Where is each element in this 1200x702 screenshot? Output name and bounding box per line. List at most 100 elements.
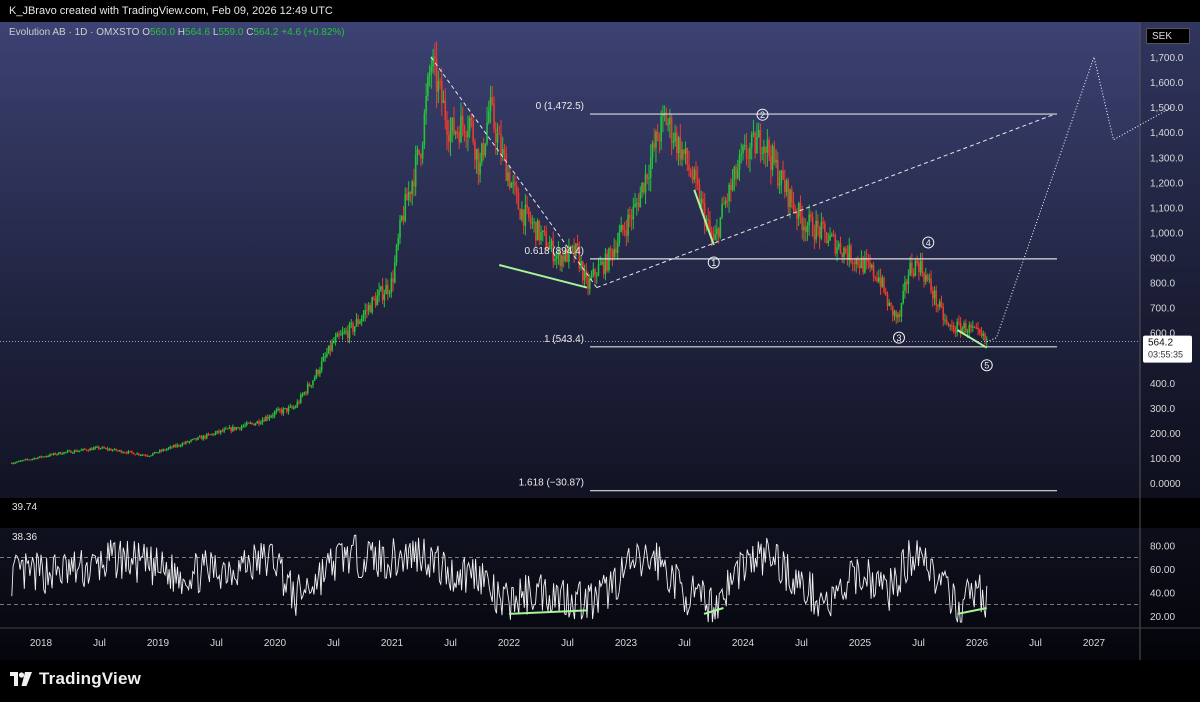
- candle-body: [392, 278, 394, 283]
- candle-body: [966, 331, 969, 333]
- candle-body: [693, 169, 696, 180]
- candle-body: [124, 452, 126, 454]
- candle-body: [985, 339, 988, 341]
- candle-body: [444, 100, 447, 121]
- candle-body: [851, 262, 854, 264]
- candle-body: [299, 394, 302, 403]
- candle-body: [360, 318, 363, 322]
- candle-body: [933, 290, 936, 299]
- candle-body: [541, 230, 544, 233]
- candle-body: [886, 294, 889, 307]
- candle-body: [817, 220, 819, 228]
- price-chart-svg[interactable]: 0.0000100.00200.00300.0400.0500.0600.070…: [0, 22, 1200, 660]
- high-value: 564.6: [185, 27, 213, 38]
- candle-body: [510, 183, 513, 188]
- candle-body: [82, 448, 84, 450]
- candle-body: [117, 450, 119, 452]
- candle-body: [272, 415, 274, 417]
- candle-body: [893, 311, 896, 316]
- candle-body: [439, 80, 441, 82]
- candle-body: [47, 456, 50, 458]
- candle-body: [937, 305, 939, 307]
- price-axis-tick-label: 1,100.0: [1150, 203, 1184, 214]
- candle-body: [780, 170, 783, 184]
- candle-body: [980, 332, 983, 336]
- time-axis-tick-label: Jul: [795, 638, 808, 649]
- candle-body: [169, 446, 171, 448]
- candle-body: [954, 331, 957, 333]
- indicator-pane-title: 39.74: [12, 502, 37, 513]
- candle-body: [731, 180, 734, 190]
- candle-body: [533, 221, 535, 223]
- candle-body: [623, 230, 626, 232]
- candle-body: [470, 117, 473, 121]
- candle-body: [353, 326, 356, 332]
- candle-body: [879, 277, 882, 287]
- candle-body: [129, 451, 131, 453]
- candle-body: [884, 291, 887, 295]
- candle-body: [740, 153, 743, 156]
- candle-body: [543, 230, 546, 233]
- candle-body: [315, 370, 318, 378]
- candle-body: [303, 392, 306, 395]
- candle-body: [529, 217, 532, 224]
- candle-body: [514, 182, 516, 186]
- candle-body: [858, 264, 861, 269]
- candle-body: [757, 130, 760, 138]
- candle-body: [561, 255, 563, 266]
- candle-body: [64, 451, 67, 453]
- candle-body: [837, 243, 840, 248]
- candle-body: [761, 153, 763, 155]
- candle-body: [150, 455, 152, 457]
- candle-body: [789, 189, 791, 207]
- candle-body: [508, 172, 511, 188]
- candle-body: [496, 133, 499, 143]
- rsi-axis-tick-label: 60.00: [1150, 565, 1175, 576]
- footer-bar: TradingView: [0, 660, 1200, 702]
- candle-body: [790, 189, 793, 203]
- candle-body: [416, 149, 419, 156]
- candle-body: [825, 232, 828, 243]
- candle-body: [938, 301, 941, 307]
- candle-body: [481, 143, 483, 163]
- candle-body: [696, 177, 699, 185]
- candle-body: [975, 327, 978, 329]
- candle-body: [655, 131, 657, 148]
- candle-body: [700, 198, 703, 206]
- candle-body: [965, 323, 967, 333]
- candle-body: [84, 448, 86, 450]
- candle-body: [89, 448, 91, 451]
- candle-body: [853, 262, 856, 265]
- candle-body: [594, 269, 596, 276]
- candle-body: [56, 454, 58, 456]
- candle-body: [331, 342, 333, 351]
- candle-body: [319, 370, 321, 375]
- candle-body: [895, 311, 898, 318]
- candle-body: [183, 443, 185, 445]
- chart-area[interactable]: 0.0000100.00200.00300.0400.0500.0600.070…: [0, 22, 1200, 660]
- price-axis-tick-label: 700.0: [1150, 304, 1175, 315]
- candle-body: [810, 214, 812, 217]
- tradingview-logo[interactable]: TradingView: [10, 669, 141, 689]
- candle-body: [620, 224, 622, 233]
- currency-label[interactable]: SEK: [1146, 28, 1190, 44]
- candle-body: [293, 407, 295, 409]
- candle-body: [380, 286, 382, 291]
- price-axis-tick-label: 1,400.0: [1150, 128, 1184, 139]
- candle-body: [157, 452, 159, 454]
- candle-body: [118, 450, 121, 452]
- candle-body: [313, 377, 316, 381]
- candle-body: [597, 264, 600, 276]
- candle-body: [204, 435, 206, 439]
- candle-body: [70, 450, 72, 453]
- time-axis-tick-label: 2023: [615, 638, 638, 649]
- candle-body: [730, 184, 732, 190]
- candle-body: [28, 459, 30, 461]
- candle-body: [265, 416, 267, 422]
- candle-body: [921, 260, 924, 274]
- change-value: +4.6 (+0.82%): [281, 27, 344, 38]
- fib-level-label: 1.618 (−30.87): [519, 478, 584, 489]
- low-value: 559.0: [218, 27, 246, 38]
- candle-body: [165, 449, 168, 451]
- fib-level-label: 0 (1,472.5): [536, 101, 584, 112]
